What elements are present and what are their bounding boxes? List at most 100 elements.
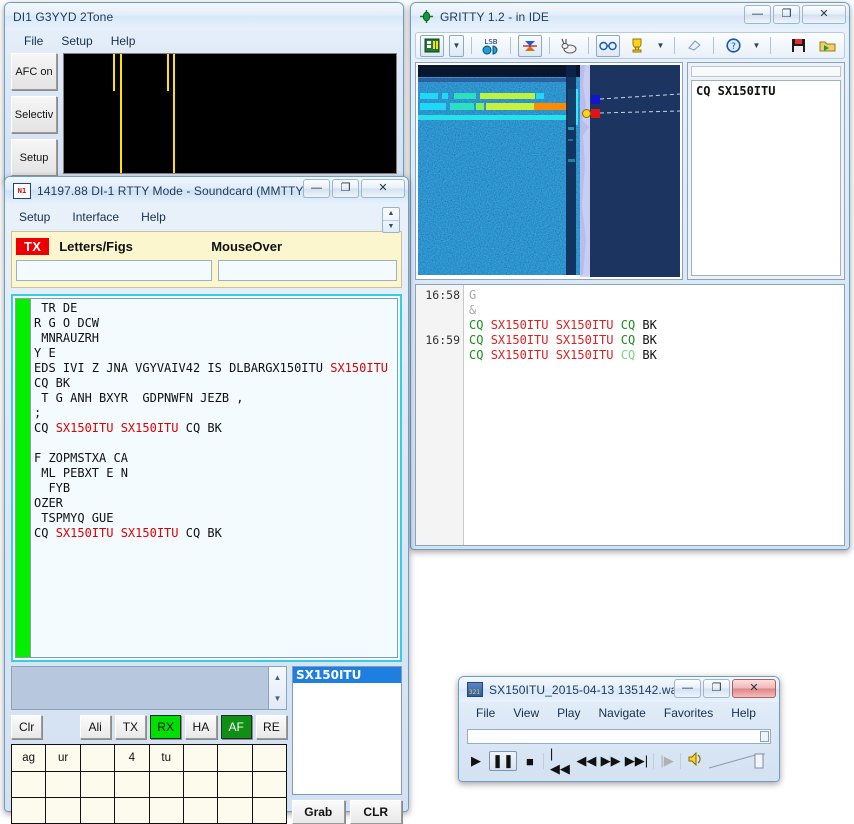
window-mmtty[interactable]: N1 14197.88 DI-1 RTTY Mode - Soundcard (… [4,176,409,812]
macro-button[interactable] [12,798,46,823]
gritty-log[interactable]: 16:58 16:59 G&CQ SX150ITU SX150ITU CQ BK… [415,284,845,546]
window-controls-gritty[interactable]: — ❐ ✕ [744,5,846,24]
transmit-buffer-scrollbar[interactable]: ▲ ▼ [268,667,286,709]
menubar-2tone[interactable]: File Setup Help [5,30,403,53]
maximize-button[interactable]: ❐ [703,679,730,698]
marker-panel[interactable] [590,65,680,277]
macro-button[interactable] [218,745,252,771]
control-button-clr[interactable]: Clr [11,715,42,739]
scroll-down-icon[interactable]: ▼ [269,688,286,709]
play-button[interactable]: ▶ [469,753,483,769]
menu-item-play[interactable]: Play [548,705,589,721]
trophy-dropdown-icon[interactable]: ▼ [654,35,667,57]
step-button[interactable]: |▶ [660,753,674,769]
stop-button[interactable]: ■ [523,754,537,769]
mouseover-field[interactable] [218,260,397,281]
menu-item-file[interactable]: File [467,705,504,721]
minimize-button[interactable]: — [744,5,771,24]
maximize-button[interactable]: ❐ [332,179,359,198]
macro-button[interactable] [184,745,218,771]
spinner-down-icon[interactable]: ▼ [383,221,399,233]
macro-button[interactable] [46,798,80,823]
control-button-row[interactable]: ClrAliTXRXHAAFRE [11,715,287,739]
tuning-cursor-icon[interactable] [582,109,591,118]
menu-item-help[interactable]: Help [102,33,145,49]
menu-item-help[interactable]: Help [722,705,765,721]
rewind-button[interactable]: ◀◀ [577,753,595,769]
fast-forward-button[interactable]: ▶▶ [602,753,620,769]
macro-button[interactable]: tu [150,745,184,771]
menu-item-navigate[interactable]: Navigate [589,705,654,721]
help-dropdown-icon[interactable]: ▼ [750,35,763,57]
macro-button[interactable] [81,798,115,823]
spinner-up-icon[interactable]: ▲ [383,208,399,221]
transmit-buffer[interactable]: ▲ ▼ [11,666,287,710]
macro-button[interactable] [253,745,286,771]
transmit-buffer-text[interactable] [12,667,268,709]
control-button-ali[interactable]: Ali [80,715,111,739]
volume-area[interactable] [687,751,769,772]
macro-grid[interactable]: agur4tu [11,744,287,824]
menubar-player[interactable]: File View Play Navigate Favorites Help [459,702,779,725]
soundcard-icon[interactable] [420,35,444,57]
frequency-spinner[interactable]: ▲ ▼ [382,207,400,233]
macro-button[interactable]: ur [46,745,80,771]
position-slider-handle[interactable] [760,731,769,742]
window-controls-mmtty[interactable]: — ❐ ✕ [303,179,405,198]
macro-button[interactable] [150,798,184,823]
macro-button[interactable] [253,772,286,797]
lsb-icon[interactable]: LSB [479,35,503,57]
callsign-list[interactable]: SX150ITU [292,666,402,795]
macro-button[interactable] [81,772,115,797]
control-button-re[interactable]: RE [256,715,287,739]
position-slider[interactable] [467,729,771,744]
eraser-icon[interactable] [682,35,706,57]
minimize-button[interactable]: — [674,679,701,698]
toolbar-gritty[interactable]: ▼ LSB [415,32,845,59]
decoded-panel[interactable]: CQ SX150ITU [687,62,845,280]
waterfall-panel[interactable] [415,62,683,280]
control-button-af[interactable]: AF [221,715,252,739]
titlebar-2tone[interactable]: DI1 G3YYD 2Tone [5,3,403,30]
speaker-icon[interactable] [687,751,705,772]
trophy-icon[interactable] [625,35,649,57]
menu-item-view[interactable]: View [504,705,548,721]
titlebar-mmtty[interactable]: N1 14197.88 DI-1 RTTY Mode - Soundcard (… [5,177,408,204]
menu-item-setup[interactable]: Setup [52,33,101,49]
log-text[interactable]: G&CQ SX150ITU SX150ITU CQ BKCQ SX150ITU … [464,285,844,545]
macro-button[interactable] [115,772,149,797]
transport-controls[interactable]: ▶❚❚■|◀◀◀◀▶▶▶▶||▶ [469,749,769,773]
tuning-scope[interactable] [63,53,397,174]
macro-button[interactable] [253,798,286,823]
clr-button[interactable]: CLR [350,800,403,824]
macro-button[interactable] [218,772,252,797]
close-button[interactable]: ✕ [361,179,405,198]
save-icon[interactable] [786,35,810,57]
menubar-mmtty[interactable]: Setup Interface Help ▲ ▼ [5,204,408,231]
minimize-button[interactable]: — [303,179,330,198]
afc-toggle-button[interactable]: AFC on [11,53,57,90]
macro-button[interactable] [184,772,218,797]
close-button[interactable]: ✕ [802,5,846,24]
macro-button[interactable] [81,745,115,771]
window-gritty[interactable]: GRITTY 1.2 - in IDE — ❐ ✕ ▼ LSB [410,2,850,550]
skip-end-button[interactable]: ▶▶| [626,753,647,769]
menu-item-interface[interactable]: Interface [72,209,131,225]
rabbit-icon[interactable] [557,35,581,57]
spectrum-strip[interactable] [580,65,590,277]
macro-button[interactable] [46,772,80,797]
open-folder-icon[interactable] [815,35,839,57]
skip-start-button[interactable]: |◀◀ [550,746,571,777]
help-icon[interactable]: ? [721,35,745,57]
callsign-list-item-selected[interactable]: SX150ITU [293,667,401,683]
control-button-rx[interactable]: RX [150,715,181,739]
menu-item-file[interactable]: File [15,33,52,49]
letters-figs-field[interactable] [16,260,212,281]
afc-icon[interactable] [518,35,542,57]
menu-item-help[interactable]: Help [141,209,178,225]
close-button[interactable]: ✕ [732,679,776,698]
menu-item-favorites[interactable]: Favorites [655,705,722,721]
menu-item-setup[interactable]: Setup [19,209,62,225]
macro-button[interactable] [218,798,252,823]
window-controls-player[interactable]: — ❐ ✕ [674,679,776,698]
